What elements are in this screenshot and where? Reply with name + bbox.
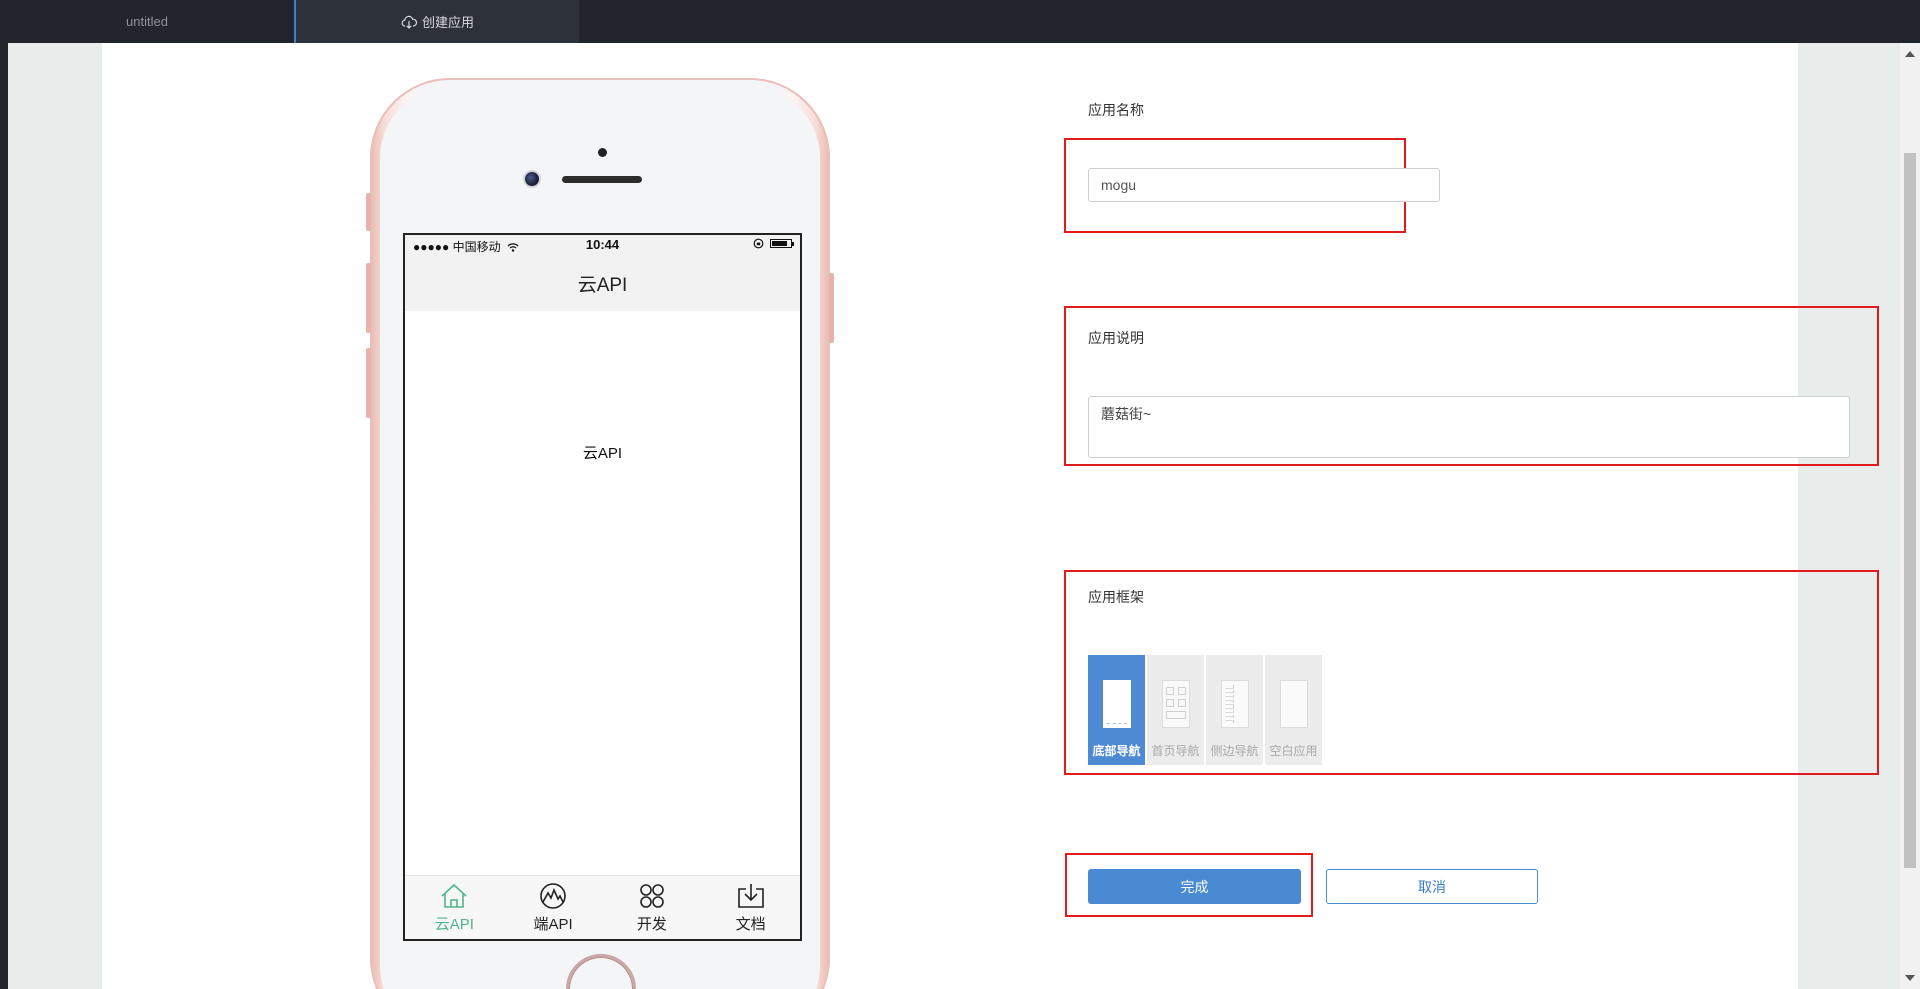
vertical-scrollbar[interactable] [1900,43,1920,989]
editor-tabbar: untitled 创建应用 [0,0,1920,43]
side-nav-thumb-icon [1220,680,1249,728]
battery-icon [770,239,794,248]
phone-volume-up [366,263,371,333]
frame-bottom-nav[interactable]: 底部导航 [1088,655,1145,765]
phone-mute-switch [366,193,371,231]
mountain-icon [540,883,566,909]
phone-sensor [598,148,607,157]
app-tab-label: 端API [533,916,573,933]
scroll-up-arrow-icon[interactable] [1905,51,1915,57]
app-tab-label: 文档 [735,916,766,933]
phone-screen: ●●●●● 中国移动 10:44 云API 云API 云API 端API 开发 … [403,233,802,941]
app-tab-client-api[interactable]: 端API [504,876,603,939]
tab-label: untitled [126,14,168,29]
blank-app-thumb-icon [1279,680,1308,728]
bottom-nav-thumb-icon [1102,680,1131,728]
frame-label: 首页导航 [1151,744,1200,758]
status-right [753,238,794,249]
app-name-label: 应用名称 [1088,102,1144,118]
frame-label: 空白应用 [1269,744,1318,758]
tab-create-app[interactable]: 创建应用 [294,0,579,43]
cloud-download-icon [401,15,417,29]
status-bar: ●●●●● 中国移动 10:44 [405,235,800,255]
status-time: 10:44 [585,237,620,252]
phone-speaker [562,176,642,183]
submit-button[interactable]: 完成 [1088,869,1301,904]
app-tab-label: 开发 [636,916,667,933]
tab-label: 创建应用 [421,15,474,30]
scroll-down-arrow-icon[interactable] [1905,975,1915,981]
phone-volume-down [366,348,371,418]
frame-label: 侧边导航 [1210,744,1259,758]
home-nav-thumb-icon [1161,680,1190,728]
frame-options: 底部导航 首页导航 侧边导航 空白应用 [1088,655,1322,765]
app-tab-develop[interactable]: 开发 [603,876,702,939]
camera-icon [523,170,541,188]
frame-blank-app[interactable]: 空白应用 [1265,655,1322,765]
frame-label: 底部导航 [1092,744,1141,758]
create-app-page: ●●●●● 中国移动 10:44 云API 云API 云API 端API 开发 … [102,43,1879,989]
scroll-thumb[interactable] [1904,153,1916,868]
app-desc-textarea[interactable]: 蘑菇街~ [1088,396,1850,458]
download-tray-icon [737,884,764,908]
orientation-lock-icon [753,238,764,249]
cancel-button[interactable]: 取消 [1326,869,1538,904]
content-viewport: ●●●●● 中国移动 10:44 云API 云API 云API 端API 开发 … [8,43,1920,989]
app-tab-cloud-api[interactable]: 云API [405,876,504,939]
app-tabbar: 云API 端API 开发 文档 [405,875,800,939]
app-name-input[interactable] [1088,168,1440,202]
home-icon [441,883,467,908]
phone-power-button [829,273,834,343]
tab-untitled[interactable]: untitled [0,0,294,43]
app-nav-title: 云API [405,255,800,311]
app-tab-label: 云API [434,916,474,933]
frame-home-nav[interactable]: 首页导航 [1147,655,1204,765]
app-content-text: 云API [582,445,623,462]
phone-mockup: ●●●●● 中国移动 10:44 云API 云API 云API 端API 开发 … [366,78,834,989]
app-tab-docs[interactable]: 文档 [701,876,800,939]
grid-circles-icon [640,884,664,908]
frame-side-nav[interactable]: 侧边导航 [1206,655,1263,765]
